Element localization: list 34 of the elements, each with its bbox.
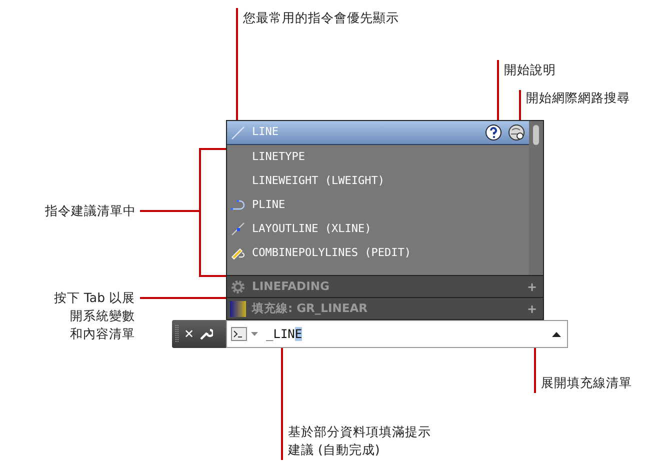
polyline-icon [230, 197, 246, 213]
suggestion-item[interactable]: LAYOUTLINE (XLINE) [227, 217, 529, 241]
callout-text: 展開填充線清單 [541, 374, 632, 392]
typed-text: _LIN [266, 327, 295, 341]
suggestion-item[interactable]: LINETYPE [227, 145, 529, 169]
command-input[interactable]: _LINE [226, 320, 568, 348]
category-row[interactable]: LINEFADING + [227, 275, 543, 297]
autocomplete-text: E [294, 327, 302, 341]
suggestion-item[interactable]: LINE [227, 121, 529, 145]
grip-icon[interactable] [175, 324, 179, 344]
prompt-icon [231, 327, 247, 341]
callout-text: 開始網際網路搜尋 [526, 89, 630, 107]
expand-icon[interactable]: + [526, 278, 540, 296]
suggestion-item[interactable]: LINEWEIGHT (LWEIGHT) [227, 169, 529, 193]
line-icon [230, 124, 246, 140]
expand-icon[interactable]: + [526, 300, 540, 318]
close-button[interactable]: ✕ [184, 328, 194, 340]
callout-text: 指令建議清單中 [45, 202, 136, 220]
up-arrow-icon[interactable] [552, 332, 561, 336]
construction-line-icon [230, 221, 246, 237]
globe-search-icon[interactable] [508, 124, 525, 141]
gear-icon [230, 278, 246, 294]
scrollbar[interactable] [529, 121, 543, 275]
callout-text: 基於部分資料項填滿提示 建議 (自動完成) [288, 423, 431, 459]
wrench-icon[interactable] [199, 327, 214, 341]
caret-icon[interactable] [251, 332, 258, 336]
category-row[interactable]: 填充線: GR_LINEAR + [227, 297, 543, 319]
help-icon[interactable] [485, 124, 502, 141]
callout-text: 按下 Tab 以展 開系統變數 和內容清單 [54, 289, 135, 343]
suggestion-item[interactable]: PLINE [227, 193, 529, 217]
suggestion-item[interactable]: COMBINEPOLYLINES (PEDIT) [227, 241, 529, 265]
callout-text: 開始說明 [504, 61, 556, 79]
gradient-swatch-icon [230, 300, 246, 316]
callout-text: 您最常用的指令會優先顯示 [243, 9, 399, 27]
